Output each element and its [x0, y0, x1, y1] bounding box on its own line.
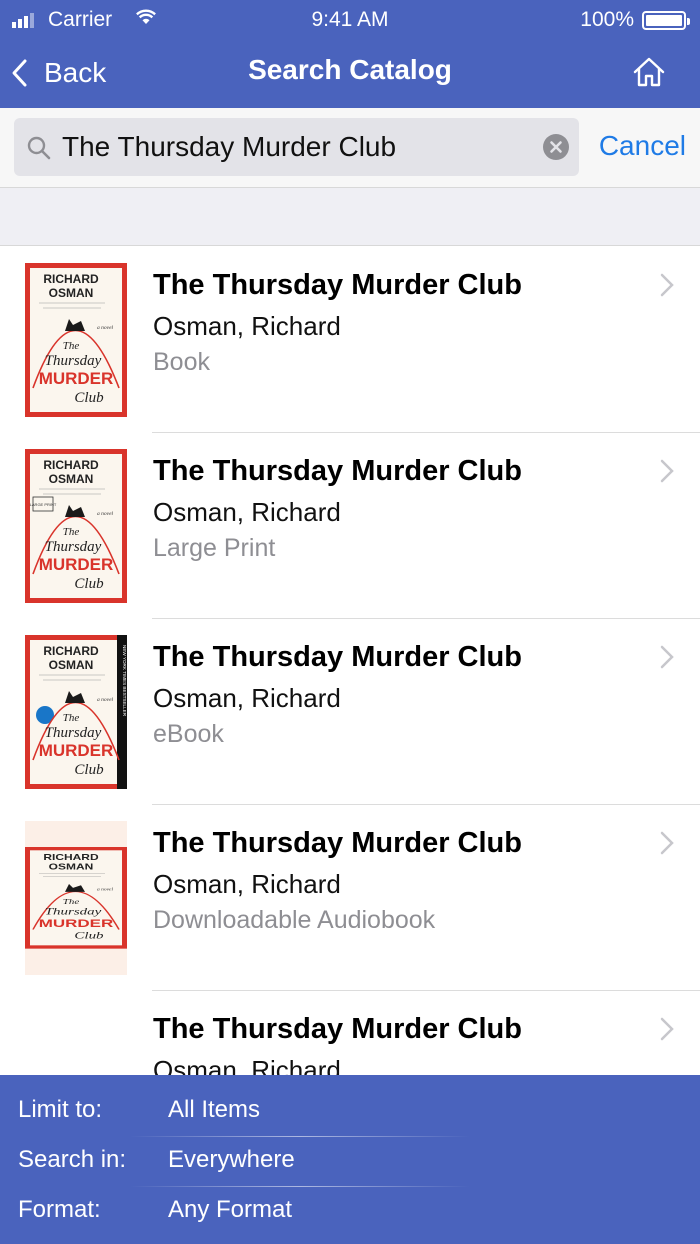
filter-divider [130, 1186, 470, 1187]
svg-text:Thursday: Thursday [45, 539, 102, 555]
result-format: eBook [153, 720, 224, 748]
result-title: The Thursday Murder Club [153, 1013, 522, 1045]
result-format: Large Print [153, 534, 276, 562]
svg-text:MURDER: MURDER [39, 555, 114, 574]
svg-text:MURDER: MURDER [39, 741, 114, 760]
svg-text:RICHARD: RICHARD [43, 644, 99, 658]
home-icon[interactable] [632, 56, 666, 88]
svg-text:a novel: a novel [97, 325, 114, 331]
svg-text:Club: Club [74, 390, 104, 406]
search-icon [27, 136, 51, 160]
result-author: Osman, Richard [153, 869, 341, 899]
result-row[interactable]: NEW YORK TIMES BESTSELLER RICHARD OSMAN a n… [0, 619, 700, 805]
filter-label: Search in: [18, 1146, 127, 1173]
filter-value[interactable]: Any Format [168, 1196, 292, 1224]
cancel-button[interactable]: Cancel [599, 130, 686, 162]
result-title: The Thursday Murder Club [153, 827, 522, 859]
chevron-right-icon [660, 459, 674, 483]
filter-search-in-row[interactable]: Search in: Everywhere [0, 1136, 700, 1186]
svg-text:OSMAN: OSMAN [49, 286, 94, 300]
svg-text:RICHARD: RICHARD [43, 854, 98, 863]
clear-icon[interactable] [543, 134, 569, 160]
book-cover-image: NEW YORK TIMES BESTSELLER RICHARDOSMAN a n… [25, 635, 127, 789]
svg-text:Club: Club [74, 930, 103, 941]
status-bar: Carrier 9:41 AM 100% [0, 0, 700, 40]
result-author: Osman, Richard [153, 683, 341, 713]
svg-text:Club: Club [74, 576, 104, 592]
page-title: Search Catalog [248, 54, 452, 85]
result-row[interactable]: RICHARD OSMAN LARGE PRINT a novel The Thursda… [0, 433, 700, 619]
svg-text:OSMAN: OSMAN [49, 472, 94, 486]
chevron-right-icon [660, 645, 674, 669]
svg-text:RICHARD: RICHARD [43, 272, 99, 286]
svg-text:OSMAN: OSMAN [49, 863, 94, 872]
svg-text:The: The [63, 898, 79, 906]
svg-text:a novel: a novel [97, 697, 114, 703]
filter-label: Format: [18, 1196, 101, 1223]
nav-bar: Back Search Catalog [0, 40, 700, 108]
svg-text:a novel: a novel [97, 511, 114, 517]
filter-format-row[interactable]: Format: Any Format [0, 1186, 700, 1236]
svg-text:Thursday: Thursday [45, 725, 102, 741]
result-format: Downloadable Audiobook [153, 906, 436, 934]
book-cover-image: RICHARDOSMAN a novel TheThursdayMURDERClub [25, 821, 127, 975]
results-list[interactable]: RICHARD OSMAN a novel The Thursday MURDER Club… [0, 247, 700, 1075]
result-format: Book [153, 348, 210, 376]
filter-label: Limit to: [18, 1096, 103, 1123]
search-field[interactable] [14, 118, 579, 176]
header: Carrier 9:41 AM 100% Back Search Catalog [0, 0, 700, 108]
svg-text:OSMAN: OSMAN [49, 658, 94, 672]
svg-text:Club: Club [74, 762, 104, 778]
search-input[interactable] [62, 128, 532, 166]
svg-text:MURDER: MURDER [39, 369, 114, 388]
svg-text:a novel: a novel [97, 888, 114, 892]
svg-text:NEW YORK TIMES BESTSELLER: NEW YORK TIMES BESTSELLER [122, 645, 127, 717]
search-bar: Cancel [0, 108, 700, 188]
chevron-right-icon [660, 831, 674, 855]
chevron-right-icon [660, 1017, 674, 1041]
filter-value[interactable]: All Items [168, 1096, 260, 1124]
book-cover-image: RICHARDOSMAN a novel TheThursdayMURDER Club [25, 263, 127, 417]
result-author: Osman, Richard [153, 1055, 341, 1075]
filter-value[interactable]: Everywhere [168, 1146, 295, 1174]
section-spacer [0, 188, 700, 246]
result-title: The Thursday Murder Club [153, 269, 522, 301]
battery-icon [642, 11, 690, 30]
result-title: The Thursday Murder Club [153, 641, 522, 673]
book-cover-image: RICHARDOSMAN LARGE PRINT a novel TheThursda… [25, 449, 127, 603]
svg-text:The: The [63, 526, 80, 538]
result-row[interactable]: RICHARD OSMAN a novel The Thursday MURDER Club… [0, 247, 700, 433]
chevron-right-icon [660, 273, 674, 297]
filter-divider [130, 1136, 470, 1137]
svg-text:LARGE PRINT: LARGE PRINT [30, 502, 57, 507]
result-row[interactable]: RICHARD OSMAN a novel The Thursday MURDER Club… [0, 805, 700, 991]
result-title: The Thursday Murder Club [153, 455, 522, 487]
battery-percent: 100% [580, 8, 634, 31]
result-author: Osman, Richard [153, 497, 341, 527]
filter-panel: Limit to: All Items Search in: Everywher… [0, 1075, 700, 1244]
svg-text:The: The [63, 712, 80, 724]
svg-text:RICHARD: RICHARD [43, 458, 99, 472]
svg-text:The: The [63, 340, 80, 352]
svg-text:Thursday: Thursday [45, 906, 102, 917]
svg-text:MURDER: MURDER [39, 918, 114, 930]
result-row[interactable]: The Thursday Murder Club Osman, Richard [0, 991, 700, 1075]
result-author: Osman, Richard [153, 311, 341, 341]
filter-limit-row[interactable]: Limit to: All Items [0, 1086, 700, 1136]
svg-text:Thursday: Thursday [45, 353, 102, 369]
